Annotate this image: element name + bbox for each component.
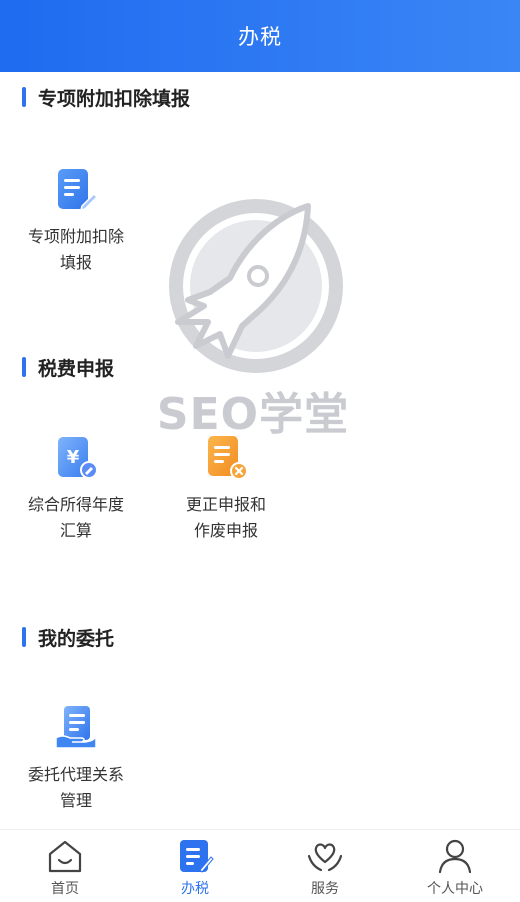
section-title-text: 税费申报 <box>38 357 115 380</box>
tab-service[interactable]: 服务 <box>260 830 390 902</box>
document-cancel-icon <box>208 436 248 480</box>
user-icon <box>438 839 472 874</box>
svg-text:¥: ¥ <box>67 447 80 468</box>
section-title-special-deduction: 专项附加扣除填报 <box>22 85 191 110</box>
tile-label: 更正申报和 作废申报 <box>185 495 266 540</box>
tile-annual-settlement[interactable]: ¥ 综合所得年度 汇算 <box>6 434 146 544</box>
section-title-tax-filing: 税费申报 <box>22 355 115 380</box>
yuan-document-icon: ¥ <box>58 437 98 479</box>
page-title: 办税 <box>238 25 282 49</box>
tax-edit-icon <box>180 840 214 873</box>
tab-tax[interactable]: 办税 <box>130 830 260 902</box>
section-title-text: 我的委托 <box>38 627 115 650</box>
watermark-text: SEO学堂 <box>156 389 350 440</box>
section-accent-bar <box>22 87 26 107</box>
heart-hands-icon <box>307 843 343 872</box>
tile-label: 专项附加扣除 填报 <box>27 227 124 272</box>
bottom-tab-bar: 首页 办税 服务 个人中心 <box>0 829 520 902</box>
section-title-my-delegation: 我的委托 <box>22 625 115 650</box>
page-header: 办税 <box>0 0 520 72</box>
tile-label: 综合所得年度 汇算 <box>27 495 124 540</box>
tile-special-deduction[interactable]: 专项附加扣除 填报 <box>6 166 146 276</box>
form-edit-icon <box>58 169 99 212</box>
home-icon <box>48 840 82 873</box>
rocket-logo <box>169 199 343 373</box>
section-accent-bar <box>22 357 26 377</box>
document-hand-icon <box>55 706 97 749</box>
tab-home[interactable]: 首页 <box>0 830 130 902</box>
tile-agency-management[interactable]: 委托代理关系 管理 <box>6 704 146 814</box>
tile-label: 委托代理关系 管理 <box>27 765 124 810</box>
tile-correct-void-filing[interactable]: 更正申报和 作废申报 <box>156 434 296 544</box>
watermark: SEO学堂 <box>148 196 358 446</box>
section-title-text: 专项附加扣除填报 <box>38 87 191 110</box>
tab-profile[interactable]: 个人中心 <box>390 830 520 902</box>
section-accent-bar <box>22 627 26 647</box>
